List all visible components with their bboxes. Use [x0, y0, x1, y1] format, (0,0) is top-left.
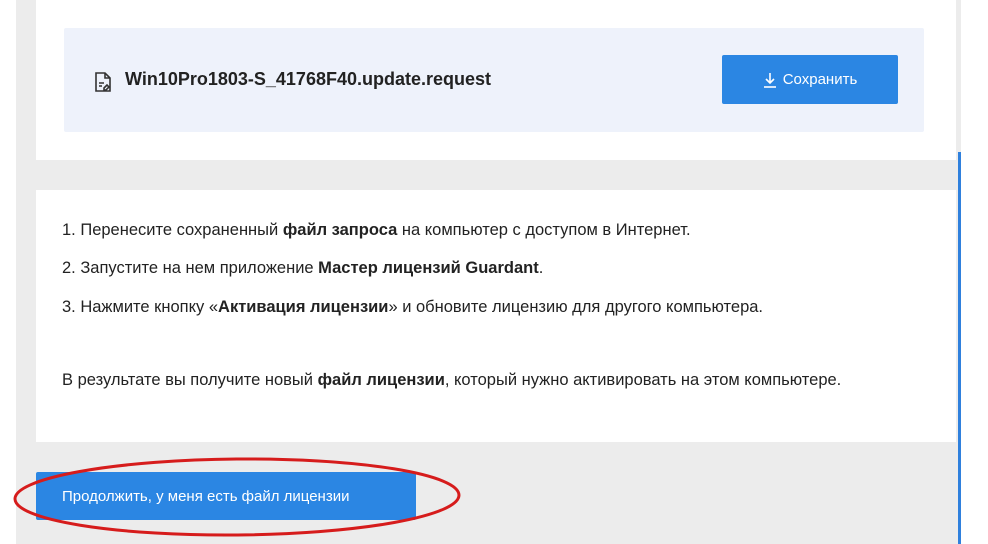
file-icon: [95, 72, 111, 92]
continue-with-license-button[interactable]: Продолжить, у меня есть файл лицензии: [36, 472, 416, 520]
instruction-step-1: 1. Перенесите сохраненный файл запроса н…: [62, 221, 691, 239]
download-icon: [763, 72, 776, 88]
instruction-step-3: 3. Нажмите кнопку «Активация лицензии» и…: [62, 298, 764, 316]
result-text: В результате вы получите новый файл лице…: [62, 371, 842, 389]
request-file-panel: Win10Pro1803-S_41768F40.update.request С…: [64, 28, 924, 132]
save-button-label: Сохранить: [782, 71, 858, 88]
save-button[interactable]: Сохранить: [722, 55, 898, 104]
request-file-name: Win10Pro1803-S_41768F40.update.request: [125, 69, 492, 89]
right-margin: [961, 0, 988, 544]
instruction-step-2: 2. Запустите на нем приложение Мастер ли…: [62, 259, 544, 277]
left-margin: [0, 0, 16, 544]
